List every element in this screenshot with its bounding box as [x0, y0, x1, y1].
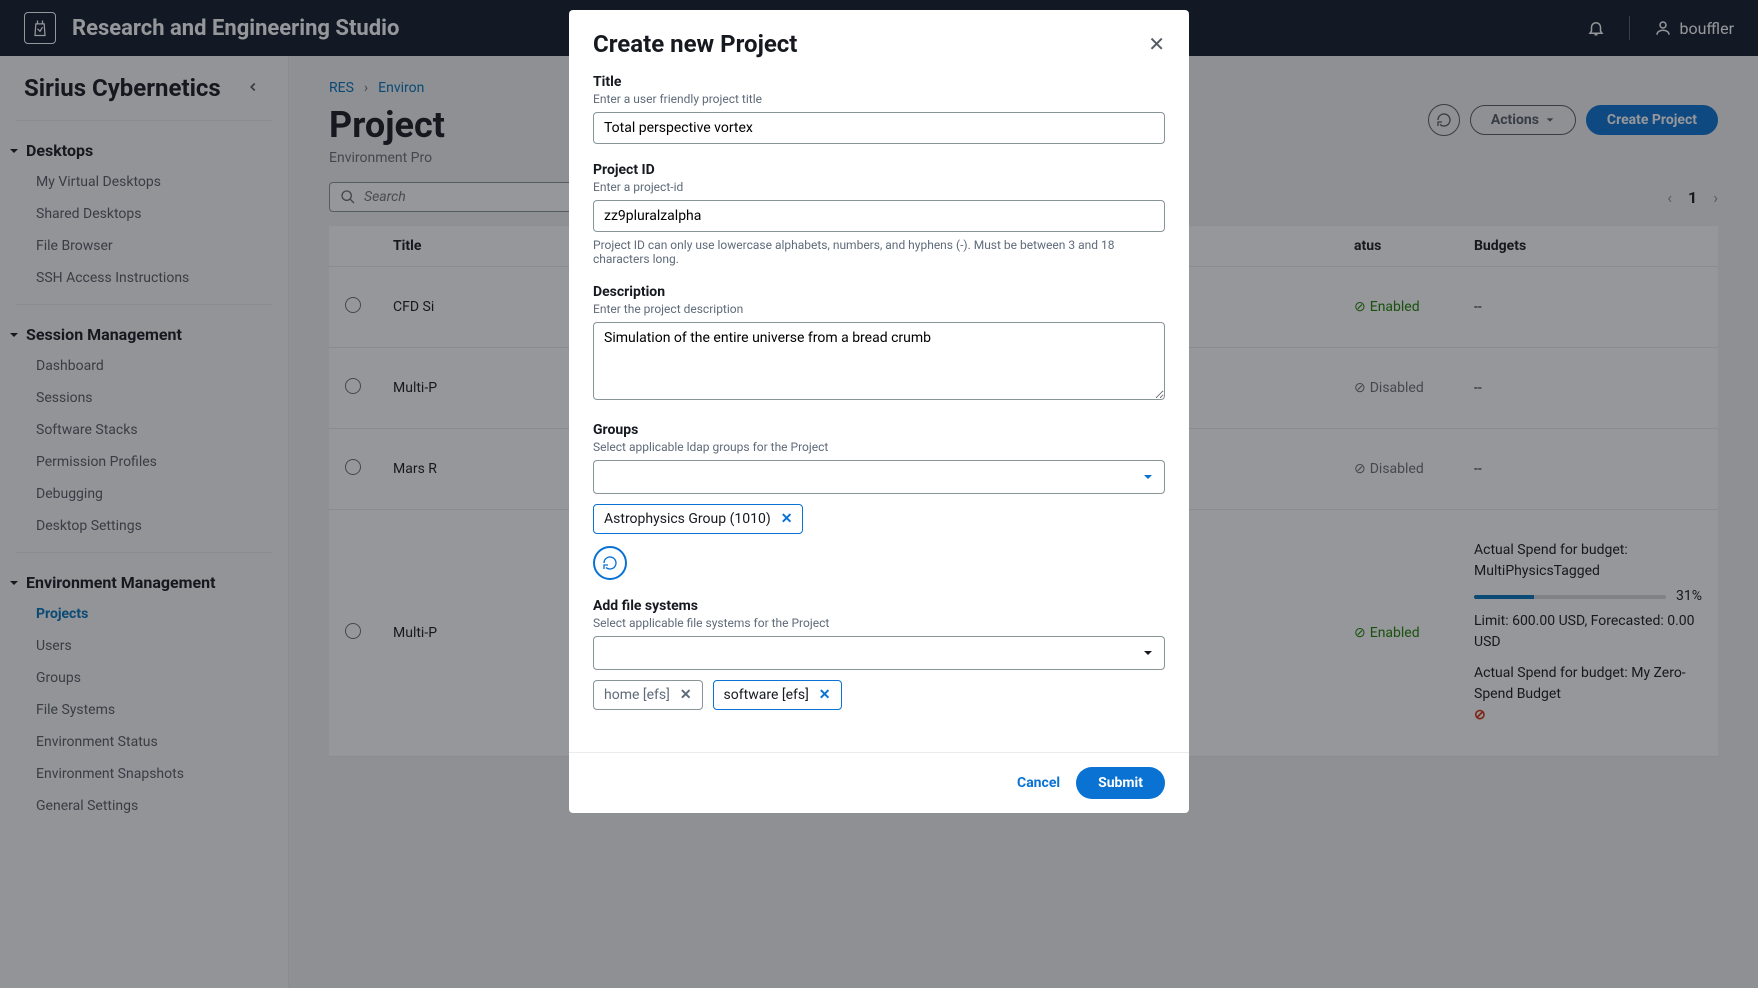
- title-input[interactable]: [593, 112, 1165, 144]
- project-id-help: Enter a project-id: [593, 180, 1165, 194]
- description-input[interactable]: [593, 322, 1165, 400]
- filesystem-tag-software: software [efs] ✕: [713, 680, 842, 710]
- caret-down-icon: [1142, 647, 1154, 659]
- project-id-label: Project ID: [593, 162, 1165, 178]
- description-label: Description: [593, 284, 1165, 300]
- project-id-input[interactable]: [593, 200, 1165, 232]
- group-tag: Astrophysics Group (1010) ✕: [593, 504, 803, 534]
- groups-help: Select applicable ldap groups for the Pr…: [593, 440, 1165, 454]
- groups-label: Groups: [593, 422, 1165, 438]
- filesystem-tag-home: home [efs] ✕: [593, 680, 703, 710]
- refresh-groups-button[interactable]: [593, 546, 627, 580]
- remove-tag-icon[interactable]: ✕: [680, 687, 692, 703]
- title-help: Enter a user friendly project title: [593, 92, 1165, 106]
- caret-down-icon: [1142, 471, 1154, 483]
- filesystems-help: Select applicable file systems for the P…: [593, 616, 1165, 630]
- filesystems-select[interactable]: [593, 636, 1165, 670]
- submit-button[interactable]: Submit: [1076, 767, 1165, 799]
- project-id-constraint: Project ID can only use lowercase alphab…: [593, 238, 1165, 266]
- cancel-button[interactable]: Cancel: [1017, 775, 1060, 791]
- close-icon[interactable]: ✕: [1148, 32, 1165, 56]
- description-help: Enter the project description: [593, 302, 1165, 316]
- modal-overlay: Create new Project ✕ Title Enter a user …: [0, 0, 1758, 988]
- remove-tag-icon[interactable]: ✕: [819, 687, 831, 703]
- filesystems-label: Add file systems: [593, 598, 1165, 614]
- groups-select[interactable]: [593, 460, 1165, 494]
- title-label: Title: [593, 74, 1165, 90]
- create-project-modal: Create new Project ✕ Title Enter a user …: [569, 10, 1189, 813]
- modal-title: Create new Project: [593, 30, 797, 58]
- remove-tag-icon[interactable]: ✕: [781, 511, 793, 527]
